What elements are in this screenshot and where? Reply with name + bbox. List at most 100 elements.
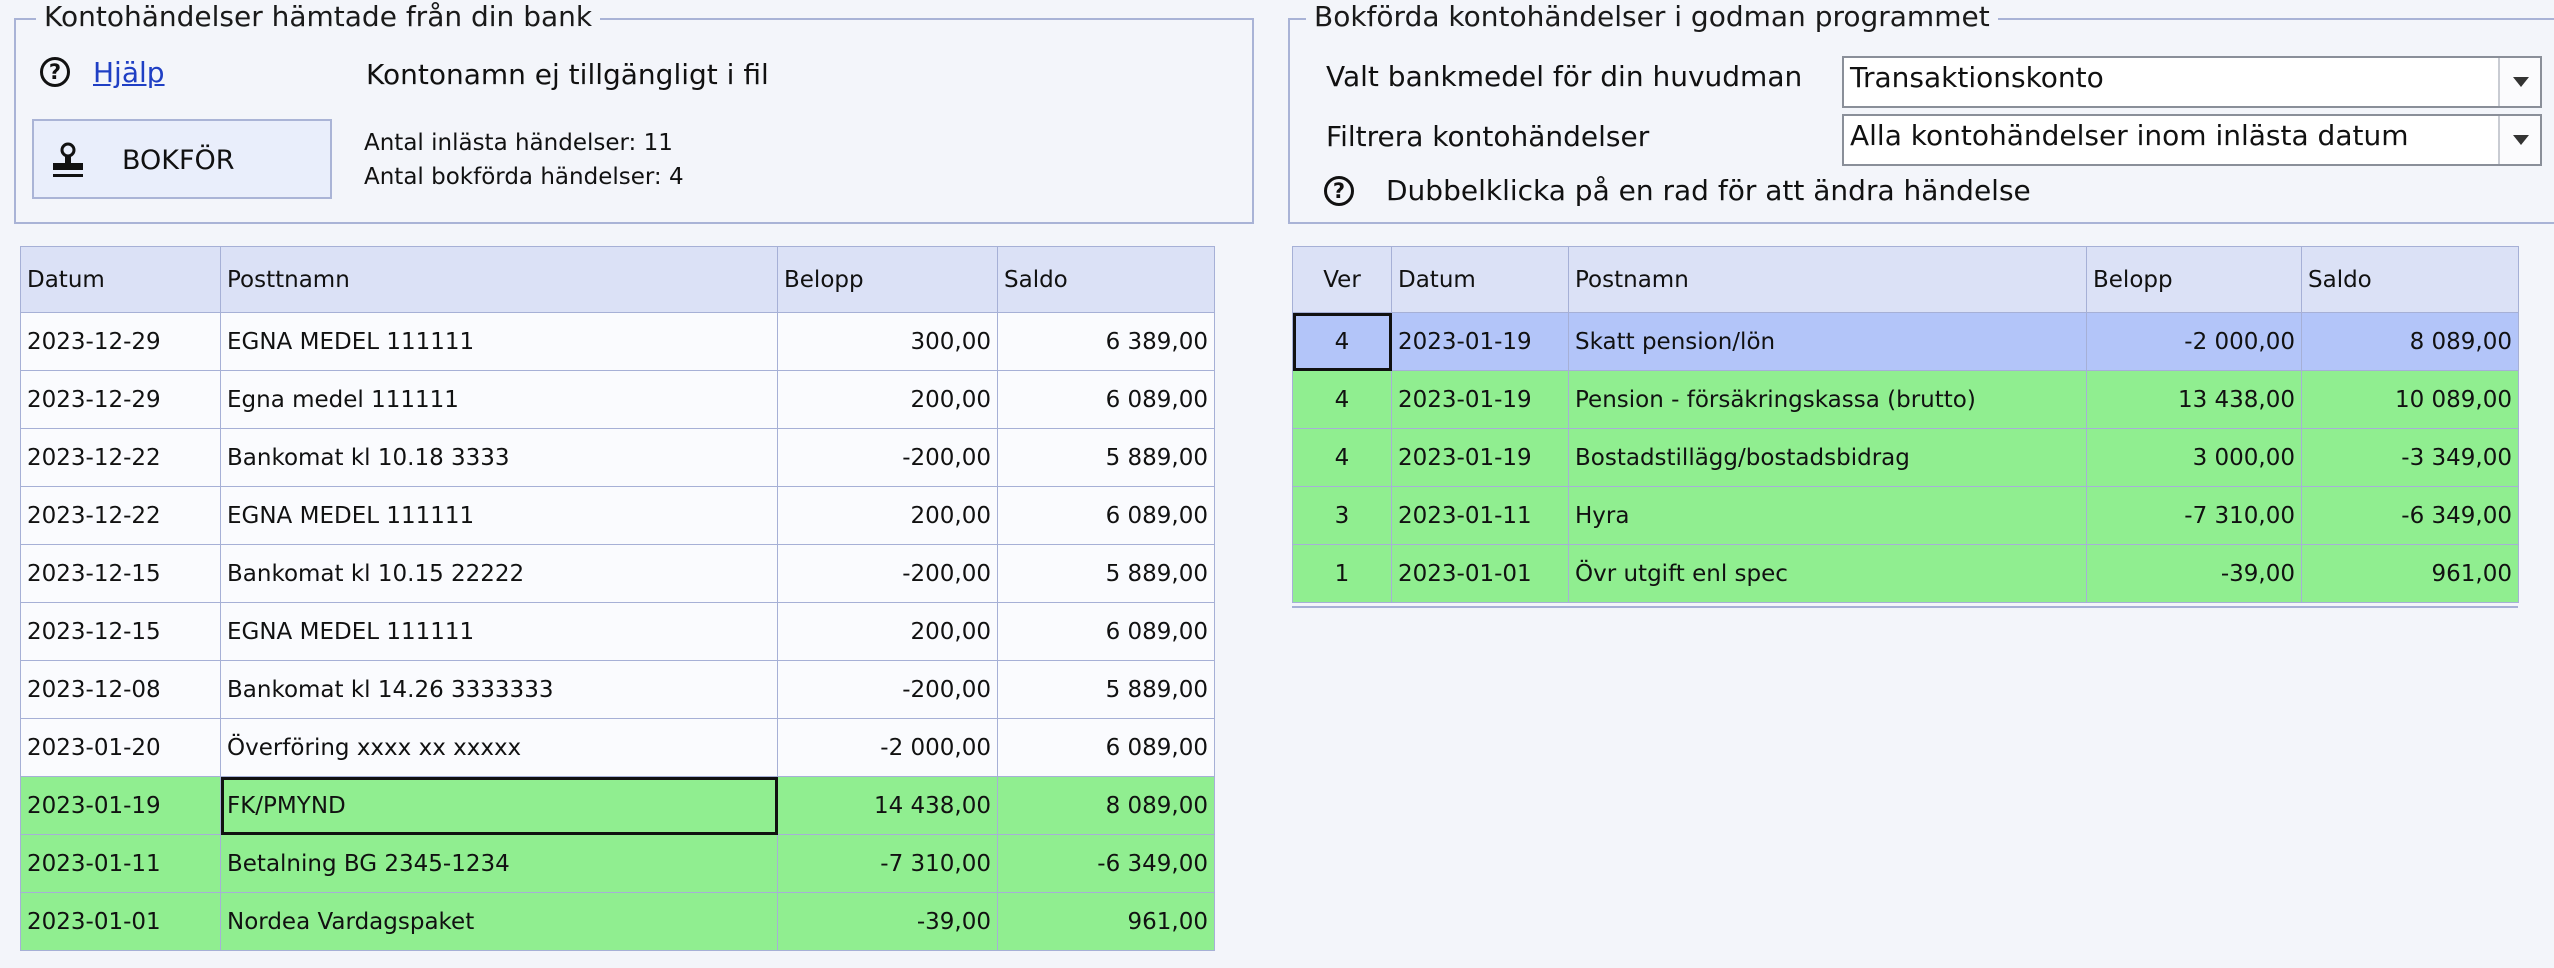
table-row[interactable]: 4 2023-01-19 Bostadstillägg/bostadsbidra… [1292, 428, 2519, 487]
cell-amount: -2 000,00 [777, 718, 998, 777]
cell-date: 2023-01-11 [1391, 486, 1569, 545]
cell-date: 2023-01-19 [1391, 370, 1569, 429]
cell-amount: 200,00 [777, 486, 998, 545]
column-header-amount[interactable]: Belopp [777, 246, 998, 313]
cell-balance: 6 089,00 [997, 718, 1215, 777]
column-header-amount[interactable]: Belopp [2086, 246, 2302, 313]
cell-ver[interactable]: 4 [1292, 312, 1392, 371]
cell-amount: -39,00 [777, 892, 998, 951]
column-header-name[interactable]: Posttnamn [220, 246, 778, 313]
column-header-ver[interactable]: Ver [1292, 246, 1392, 313]
cell-name: EGNA MEDEL 111111 [220, 312, 778, 371]
cell-amount: -7 310,00 [777, 834, 998, 893]
table-row[interactable]: 2023-12-08 Bankomat kl 14.26 3333333 -20… [20, 660, 1215, 719]
cell-name: Egna medel 111111 [220, 370, 778, 429]
help-icon[interactable]: ? [40, 57, 70, 87]
table-header-row: Datum Posttnamn Belopp Saldo [20, 246, 1215, 313]
cell-date: 2023-12-22 [20, 486, 221, 545]
book-button-label: BOKFÖR [122, 145, 235, 176]
booked-events-table: Ver Datum Postnamn Belopp Saldo 4 2023-0… [1292, 246, 2519, 603]
cell-balance: 8 089,00 [2301, 312, 2519, 371]
column-header-date[interactable]: Datum [1391, 246, 1569, 313]
cell-amount: -7 310,00 [2086, 486, 2302, 545]
help-icon: ? [1324, 176, 1354, 206]
filter-value: Alla kontohändelser inom inlästa datum [1850, 119, 2409, 152]
cell-balance: 961,00 [2301, 544, 2519, 603]
filter-select[interactable]: Alla kontohändelser inom inlästa datum [1842, 114, 2542, 166]
stamp-icon [53, 142, 83, 177]
cell-amount: 200,00 [777, 370, 998, 429]
table-row[interactable]: 2023-12-22 EGNA MEDEL 111111 200,00 6 08… [20, 486, 1215, 545]
cell-balance: 6 089,00 [997, 370, 1215, 429]
cell-name: Pension - försäkringskassa (brutto) [1568, 370, 2087, 429]
cell-amount: 300,00 [777, 312, 998, 371]
book-button[interactable]: BOKFÖR [32, 119, 332, 199]
cell-date: 2023-12-15 [20, 544, 221, 603]
cell-date: 2023-01-19 [1391, 428, 1569, 487]
cell-date: 2023-12-29 [20, 312, 221, 371]
table-row[interactable]: 2023-12-15 Bankomat kl 10.15 22222 -200,… [20, 544, 1215, 603]
table-row[interactable]: 1 2023-01-01 Övr utgift enl spec -39,00 … [1292, 544, 2519, 603]
table-row[interactable]: 2023-01-19 FK/PMYND 14 438,00 8 089,00 [20, 776, 1215, 835]
cell-date: 2023-01-19 [20, 776, 221, 835]
table-row[interactable]: 2023-01-01 Nordea Vardagspaket -39,00 96… [20, 892, 1215, 951]
chevron-down-icon[interactable] [2498, 58, 2540, 106]
cell-date: 2023-01-01 [1391, 544, 1569, 603]
cell-balance: 5 889,00 [997, 428, 1215, 487]
cell-balance: -6 349,00 [997, 834, 1215, 893]
table-row[interactable]: 2023-01-20 Överföring xxxx xx xxxxx -2 0… [20, 718, 1215, 777]
cell-date: 2023-12-22 [20, 428, 221, 487]
cell-name: Bostadstillägg/bostadsbidrag [1568, 428, 2087, 487]
cell-name: Överföring xxxx xx xxxxx [220, 718, 778, 777]
cell-name: EGNA MEDEL 111111 [220, 602, 778, 661]
cell-name: EGNA MEDEL 111111 [220, 486, 778, 545]
cell-amount: 200,00 [777, 602, 998, 661]
cell-amount: -200,00 [777, 660, 998, 719]
cell-balance: 5 889,00 [997, 660, 1215, 719]
table-row[interactable]: 2023-12-29 EGNA MEDEL 111111 300,00 6 38… [20, 312, 1215, 371]
cell-name-focused[interactable]: FK/PMYND [220, 776, 778, 835]
table-row[interactable]: 2023-12-22 Bankomat kl 10.18 3333 -200,0… [20, 428, 1215, 487]
cell-balance: -3 349,00 [2301, 428, 2519, 487]
table-row[interactable]: 2023-12-29 Egna medel 111111 200,00 6 08… [20, 370, 1215, 429]
cell-ver: 4 [1292, 370, 1392, 429]
column-header-balance[interactable]: Saldo [2301, 246, 2519, 313]
cell-balance: 6 089,00 [997, 602, 1215, 661]
cell-amount: -39,00 [2086, 544, 2302, 603]
cell-amount: 13 438,00 [2086, 370, 2302, 429]
cell-balance: 8 089,00 [997, 776, 1215, 835]
bank-account-value: Transaktionskonto [1850, 61, 2104, 94]
column-header-date[interactable]: Datum [20, 246, 221, 313]
cell-ver: 1 [1292, 544, 1392, 603]
cell-name: Hyra [1568, 486, 2087, 545]
cell-date: 2023-01-20 [20, 718, 221, 777]
bank-events-table: Datum Posttnamn Belopp Saldo 2023-12-29 … [20, 246, 1215, 951]
cell-name: Skatt pension/lön [1568, 312, 2087, 371]
bank-events-group-title: Kontohändelser hämtade från din bank [36, 0, 601, 33]
help-link[interactable]: Hjälp [93, 56, 165, 89]
cell-balance: -6 349,00 [2301, 486, 2519, 545]
table-row[interactable]: 3 2023-01-11 Hyra -7 310,00 -6 349,00 [1292, 486, 2519, 545]
table-row[interactable]: 2023-01-11 Betalning BG 2345-1234 -7 310… [20, 834, 1215, 893]
cell-balance: 10 089,00 [2301, 370, 2519, 429]
cell-date: 2023-12-08 [20, 660, 221, 719]
cell-balance: 6 089,00 [997, 486, 1215, 545]
column-header-name[interactable]: Postnamn [1568, 246, 2087, 313]
bank-account-select[interactable]: Transaktionskonto [1842, 56, 2542, 108]
table-row[interactable]: 2023-12-15 EGNA MEDEL 111111 200,00 6 08… [20, 602, 1215, 661]
table-row[interactable]: 4 2023-01-19 Pension - försäkringskassa … [1292, 370, 2519, 429]
cell-date: 2023-12-29 [20, 370, 221, 429]
cell-amount: -200,00 [777, 544, 998, 603]
cell-name: Bankomat kl 10.18 3333 [220, 428, 778, 487]
account-name-text: Kontonamn ej tillgängligt i fil [366, 58, 769, 91]
loaded-count-text: Antal inlästa händelser: 11 [364, 130, 673, 156]
cell-date: 2023-01-11 [20, 834, 221, 893]
cell-amount: -2 000,00 [2086, 312, 2302, 371]
chevron-down-icon[interactable] [2498, 116, 2540, 164]
bank-account-label: Valt bankmedel för din huvudman [1326, 60, 1803, 93]
table-row-selected[interactable]: 4 2023-01-19 Skatt pension/lön -2 000,00… [1292, 312, 2519, 371]
cell-name: Övr utgift enl spec [1568, 544, 2087, 603]
cell-amount: 3 000,00 [2086, 428, 2302, 487]
column-header-balance[interactable]: Saldo [997, 246, 1215, 313]
cell-date: 2023-01-19 [1391, 312, 1569, 371]
